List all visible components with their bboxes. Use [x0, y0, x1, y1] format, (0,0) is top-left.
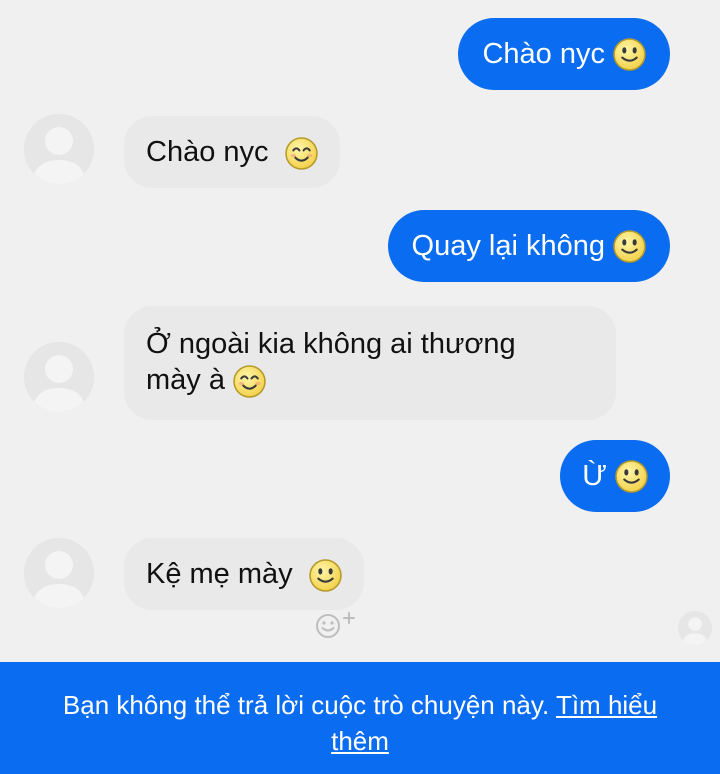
cannot-reply-banner: Bạn không thể trả lời cuộc trò chuyện nà…: [0, 662, 720, 774]
message-text: Kệ mẹ mày: [146, 558, 293, 590]
incoming-message[interactable]: Kệ mẹ mày: [124, 538, 364, 610]
contact-avatar[interactable]: [24, 538, 94, 608]
slightly-smiling-emoji-icon: [613, 38, 646, 71]
message-text: Ừ: [582, 460, 607, 492]
slightly-smiling-emoji-icon: [309, 559, 342, 592]
outgoing-message[interactable]: Chào nyc: [458, 18, 670, 90]
contact-avatar[interactable]: [24, 342, 94, 412]
add-reaction-icon: [316, 612, 355, 638]
message-text-line: Ở ngoài kia không ai thương: [146, 328, 516, 360]
conversation-area: Chào nyc Chào nyc Quay lại không Ở ngoài…: [0, 0, 720, 662]
message-text: Chào nyc: [482, 38, 605, 70]
incoming-message[interactable]: Ở ngoài kia không ai thương mày à: [124, 306, 616, 420]
slightly-smiling-emoji-icon: [615, 460, 648, 493]
smiling-eyes-emoji-icon: [233, 365, 266, 398]
banner-text: Bạn không thể trả lời cuộc trò chuyện nà…: [62, 690, 550, 720]
outgoing-message[interactable]: Quay lại không: [387, 210, 670, 282]
contact-avatar[interactable]: [24, 114, 94, 184]
message-text-line: mày à: [146, 364, 225, 396]
slightly-smiling-emoji-icon: [613, 230, 646, 263]
message-text: Chào nyc: [146, 136, 269, 168]
smiling-eyes-emoji-icon: [285, 137, 318, 170]
outgoing-message[interactable]: Ừ: [560, 440, 670, 512]
message-text: Quay lại không: [411, 230, 605, 262]
seen-receipt-avatar: [678, 611, 712, 645]
incoming-message[interactable]: Chào nyc: [124, 116, 340, 188]
add-reaction-button[interactable]: [313, 608, 363, 642]
